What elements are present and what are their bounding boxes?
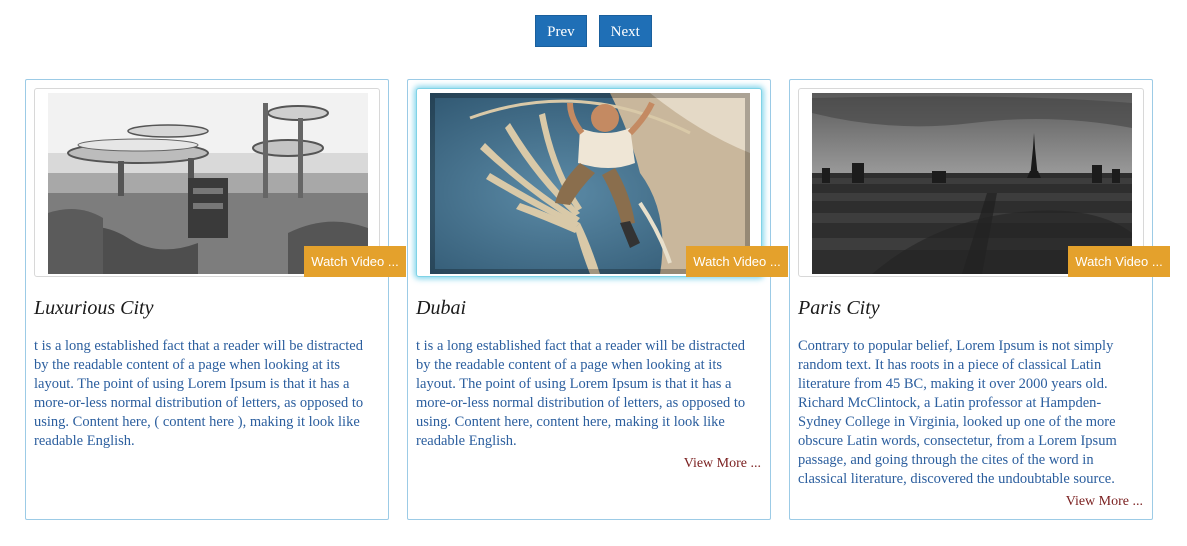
card-description: t is a long established fact that a read… xyxy=(34,338,364,449)
card-title: Luxurious City xyxy=(34,297,154,319)
next-button[interactable]: Next xyxy=(598,15,652,47)
watch-video-button[interactable]: Watch Video ... xyxy=(304,246,406,277)
card-thumbnail[interactable]: Watch Video ... xyxy=(34,88,406,277)
card-title: Paris City xyxy=(798,297,880,319)
card-dubai: Watch Video ... Dubai t is a long establ… xyxy=(407,79,788,520)
card-luxurious-city: Watch Video ... Luxurious City t is a lo… xyxy=(25,79,406,520)
card-paris-city: Watch Video ... Paris City Contrary to p… xyxy=(789,79,1170,520)
card-description: Contrary to popular belief, Lorem Ipsum … xyxy=(798,338,1117,487)
watch-video-button[interactable]: Watch Video ... xyxy=(1068,246,1170,277)
card-thumbnail[interactable]: Watch Video ... xyxy=(416,88,788,277)
watch-video-button[interactable]: Watch Video ... xyxy=(686,246,788,277)
pagination-nav: Prev Next xyxy=(0,15,1187,47)
card-description: t is a long established fact that a read… xyxy=(416,338,746,449)
view-more-link[interactable]: View More ... xyxy=(1066,494,1143,510)
view-more-link[interactable]: View More ... xyxy=(684,456,761,472)
prev-button[interactable]: Prev xyxy=(535,15,587,47)
card-thumbnail[interactable]: Watch Video ... xyxy=(798,88,1170,277)
card-title: Dubai xyxy=(416,297,466,319)
